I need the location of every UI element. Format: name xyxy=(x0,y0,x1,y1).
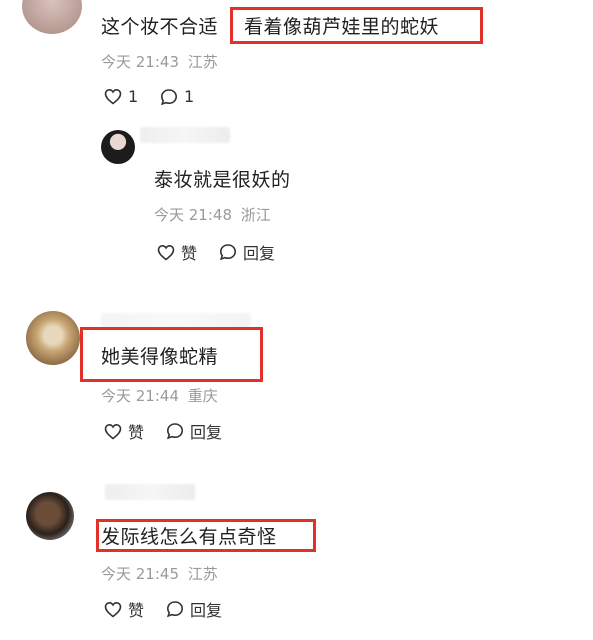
username-blurred xyxy=(105,484,195,500)
reply-button[interactable]: 回复 xyxy=(166,597,222,621)
comment-bubble-icon xyxy=(219,244,237,261)
reply-count: 1 xyxy=(184,87,195,106)
comment-text-highlighted: 看着像葫芦娃里的蛇妖 xyxy=(244,16,440,38)
heart-icon xyxy=(104,601,122,618)
reply-label: 回复 xyxy=(190,601,223,620)
avatar[interactable] xyxy=(22,0,82,34)
like-label: 赞 xyxy=(128,601,145,620)
comment-bubble-icon xyxy=(166,601,184,618)
comment-meta: 今天 21:48 浙江 xyxy=(154,204,271,225)
heart-icon xyxy=(104,423,122,440)
like-count: 1 xyxy=(128,87,139,106)
reply-button[interactable]: 回复 xyxy=(166,419,222,443)
like-button[interactable]: 赞 xyxy=(157,240,197,264)
reply-button[interactable]: 回复 xyxy=(219,240,275,264)
comment-location: 江苏 xyxy=(187,53,218,71)
comment-bubble-icon xyxy=(166,423,184,440)
comment-location: 重庆 xyxy=(187,387,218,405)
comment-meta: 今天 21:43 江苏 xyxy=(101,51,218,72)
heart-icon xyxy=(104,88,122,105)
comment-text: 发际线怎么有点奇怪 xyxy=(101,526,277,548)
comment-time: 今天 21:45 xyxy=(101,565,179,583)
reply-button[interactable]: 1 xyxy=(160,87,194,106)
comment-time: 今天 21:44 xyxy=(101,387,179,405)
comment-meta: 今天 21:45 江苏 xyxy=(101,563,218,584)
comment-location: 浙江 xyxy=(240,206,271,224)
reply-label: 回复 xyxy=(243,244,276,263)
avatar[interactable] xyxy=(101,130,135,164)
like-button[interactable]: 赞 xyxy=(104,597,144,621)
like-button[interactable]: 1 xyxy=(104,87,138,106)
avatar[interactable] xyxy=(26,311,80,365)
avatar[interactable] xyxy=(26,492,74,540)
comment-text: 泰妆就是很妖的 xyxy=(154,169,291,191)
heart-icon xyxy=(157,244,175,261)
comment-text: 她美得像蛇精 xyxy=(101,346,219,368)
like-label: 赞 xyxy=(128,423,145,442)
like-label: 赞 xyxy=(181,244,198,263)
comment-time: 今天 21:43 xyxy=(101,53,179,71)
comment-bubble-icon xyxy=(160,88,178,105)
comment-meta: 今天 21:44 重庆 xyxy=(101,385,218,406)
reply-label: 回复 xyxy=(190,423,223,442)
username-blurred xyxy=(140,127,230,143)
like-button[interactable]: 赞 xyxy=(104,419,144,443)
comment-location: 江苏 xyxy=(187,565,218,583)
comment-text: 这个妆不合适 xyxy=(101,16,219,38)
comment-time: 今天 21:48 xyxy=(154,206,232,224)
